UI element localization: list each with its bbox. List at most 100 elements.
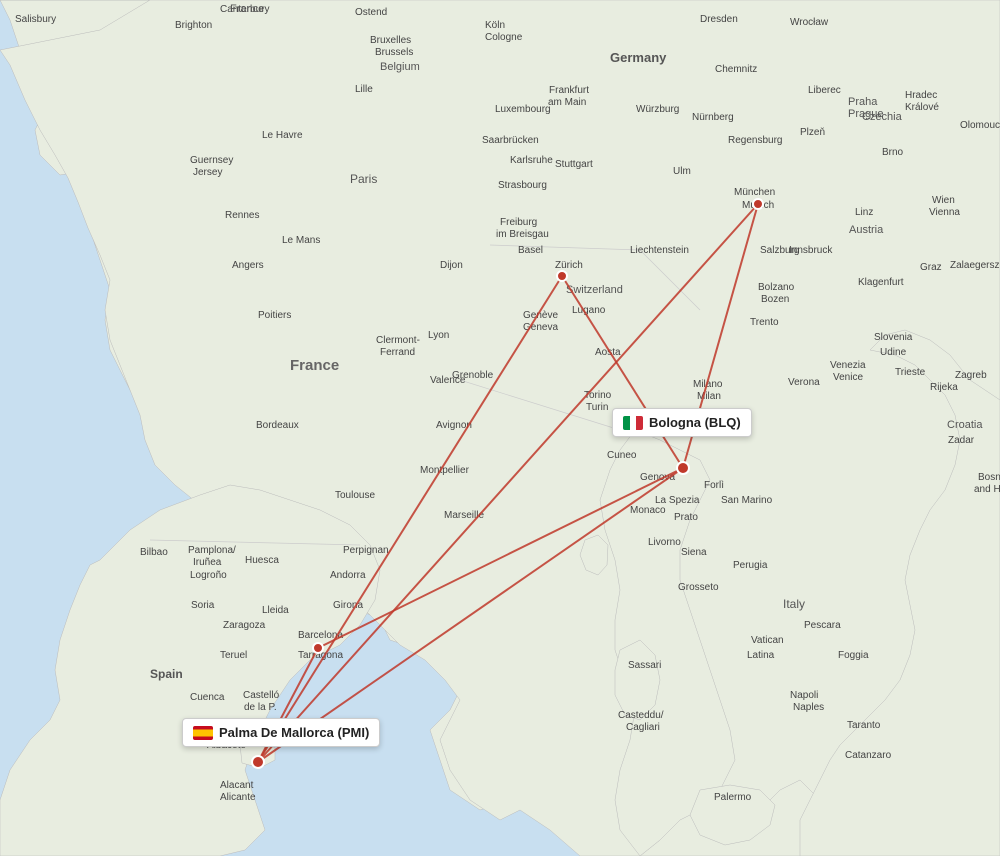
- svg-text:Bilbao: Bilbao: [140, 547, 168, 558]
- palma-airport-tooltip[interactable]: Palma De Mallorca (PMI): [182, 718, 380, 747]
- svg-text:Karlsruhe: Karlsruhe: [510, 155, 553, 166]
- svg-text:Casteddu/: Casteddu/: [618, 710, 664, 721]
- svg-text:Bosnia: Bosnia: [978, 472, 1000, 483]
- svg-text:Zagreb: Zagreb: [955, 370, 987, 381]
- svg-text:France: France: [290, 357, 339, 374]
- svg-text:Poitiers: Poitiers: [258, 310, 291, 321]
- svg-text:France: France: [230, 3, 264, 15]
- svg-text:Palermo: Palermo: [714, 792, 752, 803]
- svg-text:Pescara: Pescara: [804, 620, 841, 631]
- svg-text:Wien: Wien: [932, 195, 955, 206]
- svg-text:Liberec: Liberec: [808, 85, 841, 96]
- svg-text:Forlì: Forlì: [704, 480, 724, 491]
- svg-text:Huesca: Huesca: [245, 555, 279, 566]
- svg-text:Strasbourg: Strasbourg: [498, 180, 547, 191]
- svg-text:Grenoble: Grenoble: [452, 370, 494, 381]
- svg-text:Liechtenstein: Liechtenstein: [630, 245, 689, 256]
- svg-text:Chemnitz: Chemnitz: [715, 64, 757, 75]
- svg-text:Prato: Prato: [674, 512, 698, 523]
- svg-text:Rijeka: Rijeka: [930, 382, 958, 393]
- svg-text:Wrocław: Wrocław: [790, 17, 829, 28]
- svg-text:Belgium: Belgium: [380, 61, 420, 73]
- svg-text:Salzburg: Salzburg: [760, 245, 799, 256]
- svg-text:Saarbrücken: Saarbrücken: [482, 135, 539, 146]
- svg-text:Guernsey: Guernsey: [190, 155, 233, 166]
- palma-label: Palma De Mallorca (PMI): [219, 725, 369, 740]
- svg-text:Venezia: Venezia: [830, 360, 866, 371]
- svg-text:Zadar: Zadar: [948, 435, 975, 446]
- svg-text:Austria: Austria: [849, 224, 884, 236]
- svg-text:Taranto: Taranto: [847, 720, 881, 731]
- svg-text:Praha: Praha: [848, 96, 878, 108]
- svg-text:Bolzano: Bolzano: [758, 282, 795, 293]
- svg-text:Plzeň: Plzeň: [800, 127, 825, 138]
- svg-text:Italy: Italy: [783, 597, 805, 611]
- svg-text:Andorra: Andorra: [330, 570, 366, 581]
- svg-text:Le Mans: Le Mans: [282, 235, 320, 246]
- bologna-airport-tooltip[interactable]: Bologna (BLQ): [612, 408, 752, 437]
- svg-text:Brighton: Brighton: [175, 20, 212, 31]
- svg-text:Udine: Udine: [880, 347, 907, 358]
- svg-text:Clermont-: Clermont-: [376, 335, 420, 346]
- svg-text:Köln: Köln: [485, 20, 505, 31]
- svg-text:Le Havre: Le Havre: [262, 130, 303, 141]
- svg-text:Soria: Soria: [191, 600, 215, 611]
- svg-text:Dresden: Dresden: [700, 14, 738, 25]
- svg-text:Brno: Brno: [882, 147, 904, 158]
- spain-flag-icon: [193, 726, 213, 740]
- svg-text:Monaco: Monaco: [630, 505, 666, 516]
- svg-text:Zürich: Zürich: [555, 260, 583, 271]
- svg-text:Ulm: Ulm: [673, 166, 691, 177]
- svg-text:Milan: Milan: [697, 391, 721, 402]
- svg-text:Regensburg: Regensburg: [728, 135, 782, 146]
- svg-text:Ostend: Ostend: [355, 7, 387, 18]
- svg-text:Catanzaro: Catanzaro: [845, 750, 892, 761]
- svg-text:Croatia: Croatia: [947, 419, 983, 431]
- svg-text:Livorno: Livorno: [648, 537, 681, 548]
- svg-text:Salisbury: Salisbury: [15, 14, 56, 25]
- svg-text:Alicante: Alicante: [220, 792, 256, 803]
- svg-text:de la P.: de la P.: [244, 702, 277, 713]
- svg-text:Lugano: Lugano: [572, 305, 606, 316]
- svg-text:Ferrand: Ferrand: [380, 347, 415, 358]
- svg-text:Venice: Venice: [833, 372, 863, 383]
- svg-text:Lyon: Lyon: [428, 330, 449, 341]
- italy-flag-icon: [623, 416, 643, 430]
- svg-text:Montpellier: Montpellier: [420, 465, 470, 476]
- svg-text:Bruxelles: Bruxelles: [370, 35, 411, 46]
- svg-text:Dijon: Dijon: [440, 260, 463, 271]
- svg-text:La Spezia: La Spezia: [655, 495, 700, 506]
- map-background: Brighton Canterbury Ostend Köln Cologne …: [0, 0, 1000, 856]
- svg-text:Castelló: Castelló: [243, 690, 280, 701]
- svg-text:Grosseto: Grosseto: [678, 582, 719, 593]
- svg-text:Olomouc: Olomouc: [960, 120, 1000, 131]
- svg-text:Vienna: Vienna: [929, 207, 960, 218]
- svg-text:Trieste: Trieste: [895, 367, 926, 378]
- svg-text:Frankfurt: Frankfurt: [549, 85, 589, 96]
- svg-text:Cagliari: Cagliari: [626, 722, 660, 733]
- svg-text:Rennes: Rennes: [225, 210, 259, 221]
- svg-text:Klagenfurt: Klagenfurt: [858, 277, 904, 288]
- svg-text:Slovenia: Slovenia: [874, 332, 913, 343]
- svg-text:Pamplona/: Pamplona/: [188, 545, 236, 556]
- svg-text:Jersey: Jersey: [193, 167, 222, 178]
- svg-text:Luxembourg: Luxembourg: [495, 104, 551, 115]
- svg-text:Sassari: Sassari: [628, 660, 661, 671]
- svg-text:Napoli: Napoli: [790, 690, 818, 701]
- svg-text:Nürnberg: Nürnberg: [692, 112, 734, 123]
- svg-text:Freiburg: Freiburg: [500, 217, 537, 228]
- svg-text:and Herz.: and Herz.: [974, 484, 1000, 495]
- svg-text:Bordeaux: Bordeaux: [256, 420, 299, 431]
- svg-text:Basel: Basel: [518, 245, 543, 256]
- svg-text:Lleida: Lleida: [262, 605, 289, 616]
- svg-text:Angers: Angers: [232, 260, 264, 271]
- svg-text:Stuttgart: Stuttgart: [555, 159, 593, 170]
- svg-text:Logroño: Logroño: [190, 570, 227, 581]
- svg-text:am Main: am Main: [548, 97, 586, 108]
- svg-text:Králové: Králové: [905, 102, 939, 113]
- svg-text:Cologne: Cologne: [485, 32, 523, 43]
- svg-text:Alacant: Alacant: [220, 780, 254, 791]
- svg-text:Cuneo: Cuneo: [607, 450, 637, 461]
- svg-text:Turin: Turin: [586, 402, 608, 413]
- svg-text:Zalaegerszeg: Zalaegerszeg: [950, 260, 1000, 271]
